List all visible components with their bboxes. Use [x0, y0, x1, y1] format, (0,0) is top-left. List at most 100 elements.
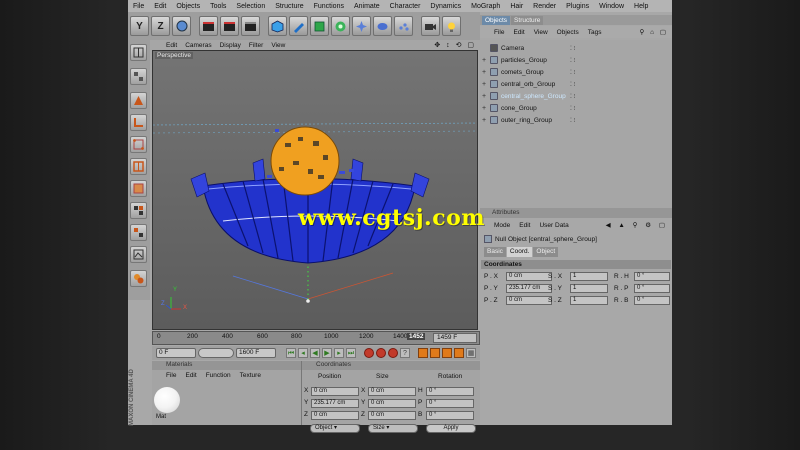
attr-r-p-field[interactable]: 0 ° [634, 284, 670, 293]
visibility-dots-icon[interactable]: ⁚ ⁝ [570, 117, 575, 124]
make-editable-button[interactable] [130, 68, 147, 85]
menu-animate[interactable]: Animate [349, 3, 385, 10]
rot-b-field[interactable]: 0 ° [426, 411, 474, 420]
pos-z-field[interactable]: 0 cm [311, 411, 359, 420]
expand-plus-icon[interactable]: + [482, 69, 490, 76]
edge-mode-button[interactable] [130, 158, 147, 175]
rotation-key-icon[interactable] [442, 348, 452, 358]
menu-functions[interactable]: Functions [309, 3, 349, 10]
attr-p-y-field[interactable]: 235.177 cm [506, 284, 552, 293]
expand-plus-icon[interactable]: + [482, 81, 490, 88]
apply-button[interactable]: Apply [426, 424, 476, 433]
object-axis-button[interactable] [130, 114, 147, 131]
perspective-viewport[interactable]: Perspective Y Z X [152, 50, 478, 330]
autokey-icon[interactable] [376, 348, 386, 358]
size-mode-dropdown[interactable]: Size ▾ [368, 424, 418, 433]
point-mode-button[interactable] [130, 136, 147, 153]
menu-plugins[interactable]: Plugins [561, 3, 594, 10]
render-view-button[interactable] [199, 16, 218, 36]
render-picture-viewer-button[interactable] [220, 16, 239, 36]
rot-h-field[interactable]: 0 ° [426, 387, 474, 396]
materials-menu-file[interactable]: File [166, 372, 176, 379]
tab-basic[interactable]: Basic [484, 247, 506, 257]
prev-key-icon[interactable]: ◂ [298, 348, 308, 358]
attr-p-x-field[interactable]: 0 cm [506, 272, 552, 281]
visibility-dots-icon[interactable]: ⁚ ⁝ [570, 57, 575, 64]
timeline-ruler[interactable]: 0 200 400 600 800 1000 1200 1400 1452 14… [152, 331, 480, 345]
object-row-outer-ring-group[interactable]: + outer_ring_Group ⁚ ⁝ [480, 114, 672, 126]
visibility-dots-icon[interactable]: ⁚ ⁝ [570, 45, 575, 52]
world-coordinates-button[interactable] [172, 16, 191, 36]
menu-character[interactable]: Character [385, 3, 426, 10]
position-key-icon[interactable] [418, 348, 428, 358]
uv-point-button[interactable] [130, 202, 147, 219]
scene-button[interactable] [373, 16, 392, 36]
materials-menu-function[interactable]: Function [206, 372, 231, 379]
deformer-button[interactable] [352, 16, 371, 36]
tab-objects[interactable]: Objects [482, 16, 511, 25]
attr-s-x-field[interactable]: 1 [570, 272, 608, 281]
object-row-particles-group[interactable]: + particles_Group ⁚ ⁝ [480, 54, 672, 66]
record-icon[interactable] [364, 348, 374, 358]
rot-p-field[interactable]: 0 ° [426, 399, 474, 408]
sculpt-mode-button[interactable] [130, 270, 147, 287]
menu-edit[interactable]: Edit [149, 3, 171, 10]
goto-start-icon[interactable]: ⏮ [286, 348, 296, 358]
help-icon[interactable]: ? [400, 348, 410, 358]
prev-frame-icon[interactable]: ◀ [310, 348, 320, 358]
menu-mograph[interactable]: MoGraph [466, 3, 505, 10]
keyframe-selection-icon[interactable] [388, 348, 398, 358]
expand-plus-icon[interactable]: + [482, 93, 490, 100]
menu-render[interactable]: Render [528, 3, 561, 10]
next-frame-icon[interactable]: ▸ [334, 348, 344, 358]
materials-menu-edit[interactable]: Edit [185, 372, 196, 379]
viewport-nav-icons[interactable]: ✥ ↕ ⟲ ▢ [430, 41, 480, 49]
model-tool-button[interactable] [130, 92, 147, 109]
expand-plus-icon[interactable]: + [482, 57, 490, 64]
object-row-comets-group[interactable]: + comets_Group ⁚ ⁝ [480, 66, 672, 78]
objects-menu-objects[interactable]: Objects [557, 29, 579, 36]
object-manager-tools-icons[interactable]: ⚲ ⌂ ▢ [640, 28, 672, 36]
attributes-menu-user-data[interactable]: User Data [539, 222, 568, 229]
object-row-camera[interactable]: Camera ⁚ ⁝ [480, 42, 672, 54]
pos-x-field[interactable]: 0 cm [311, 387, 359, 396]
render-settings-button[interactable] [241, 16, 260, 36]
menu-help[interactable]: Help [629, 3, 653, 10]
object-row-central-sphere-group[interactable]: + central_sphere_Group ⁚ ⁝ [480, 90, 672, 102]
object-mode-dropdown[interactable]: Object ▾ [310, 424, 360, 433]
y-axis-lock-button[interactable]: Y [130, 16, 149, 36]
nurbs-button[interactable] [310, 16, 329, 36]
polygon-mode-button[interactable] [130, 180, 147, 197]
visibility-dots-icon[interactable]: ⁚ ⁝ [570, 93, 575, 100]
size-y-field[interactable]: 0 cm [368, 399, 416, 408]
viewport-menu-display[interactable]: Display [216, 42, 245, 49]
menu-file[interactable]: File [128, 3, 149, 10]
size-x-field[interactable]: 0 cm [368, 387, 416, 396]
environment-button[interactable] [394, 16, 413, 36]
uv-polygon-button[interactable] [130, 224, 147, 241]
attr-r-b-field[interactable]: 0 ° [634, 296, 670, 305]
attr-s-z-field[interactable]: 1 [570, 296, 608, 305]
goto-end-icon[interactable]: ⏭ [346, 348, 356, 358]
expand-plus-icon[interactable]: + [482, 117, 490, 124]
tab-coord[interactable]: Coord. [506, 247, 533, 257]
play-icon[interactable]: ▶ [322, 348, 332, 358]
attributes-menu-edit[interactable]: Edit [519, 222, 530, 229]
attributes-nav-icons[interactable]: ◀ ▲ ⚲ ⚙ ▢ [606, 221, 672, 229]
objects-menu-file[interactable]: File [494, 29, 504, 36]
end-frame-input[interactable]: 1600 F [236, 348, 276, 358]
menu-hair[interactable]: Hair [505, 3, 528, 10]
menu-selection[interactable]: Selection [231, 3, 270, 10]
visibility-dots-icon[interactable]: ⁚ ⁝ [570, 69, 575, 76]
frame-slider[interactable] [198, 348, 234, 358]
z-axis-lock-button[interactable]: Z [151, 16, 170, 36]
material-name[interactable]: Mat [156, 414, 166, 420]
light-button[interactable] [442, 16, 461, 36]
menu-structure[interactable]: Structure [270, 3, 308, 10]
parameter-key-icon[interactable] [454, 348, 464, 358]
viewport-menu-filter[interactable]: Filter [245, 42, 267, 49]
attr-p-z-field[interactable]: 0 cm [506, 296, 552, 305]
array-button[interactable] [331, 16, 350, 36]
pos-y-field[interactable]: 235.177 cm [311, 399, 359, 408]
cube-primitive-button[interactable] [268, 16, 287, 36]
